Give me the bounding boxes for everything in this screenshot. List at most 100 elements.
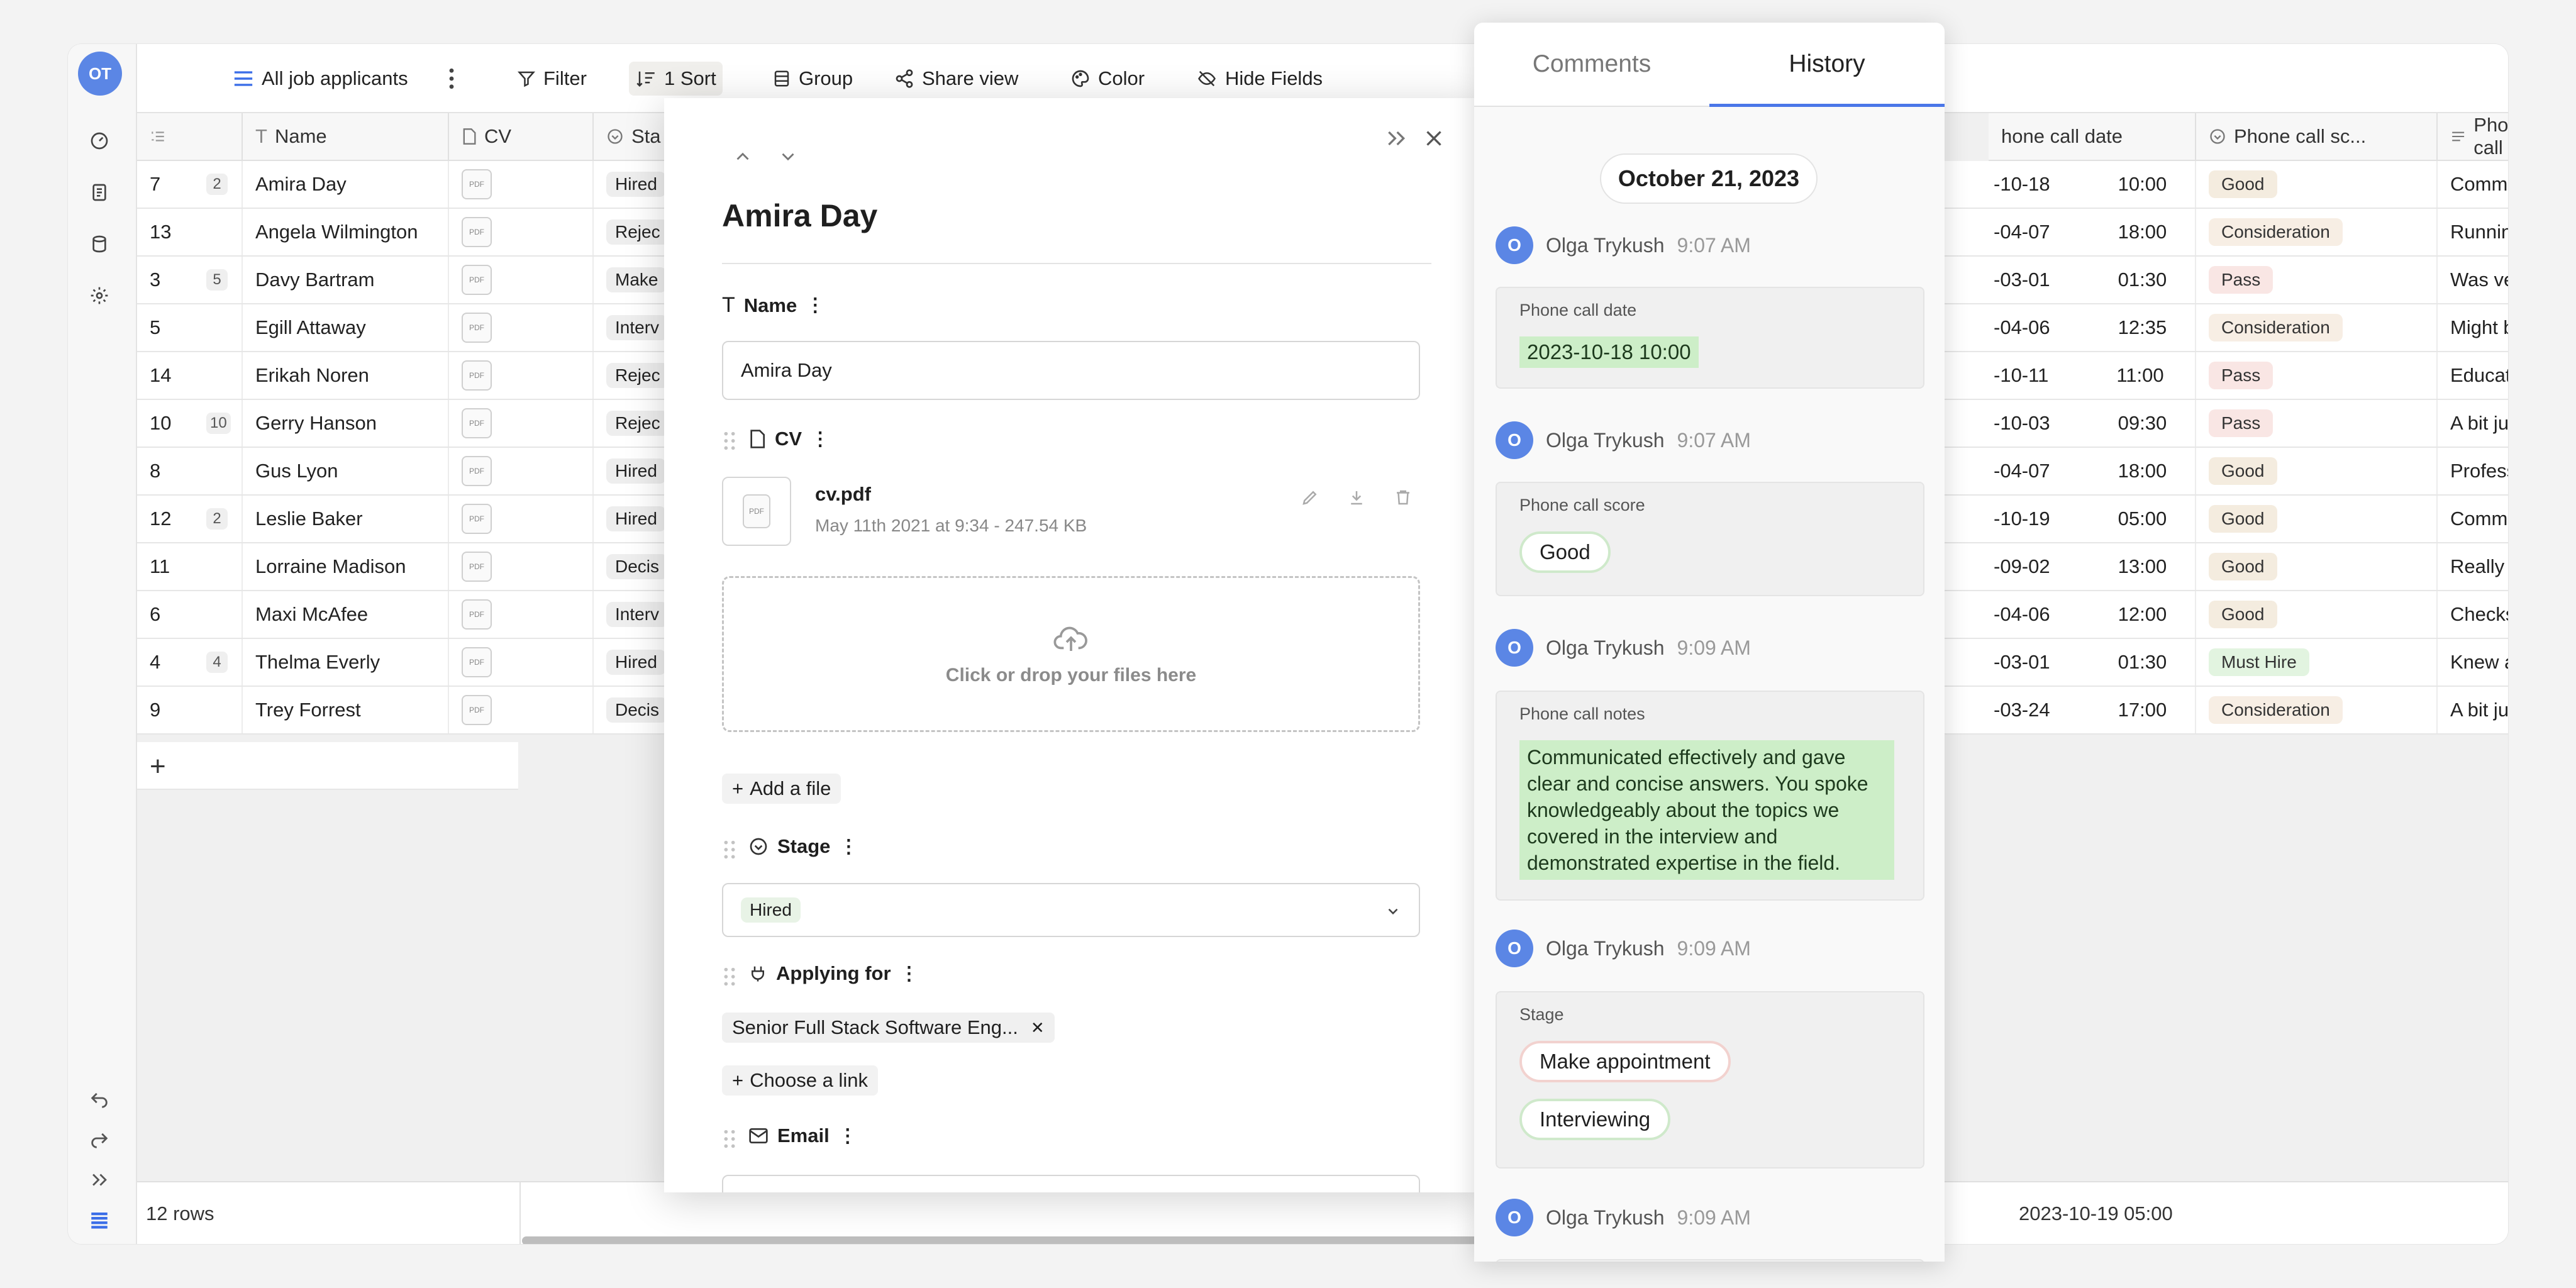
name-cell[interactable]: Erikah Noren	[243, 352, 449, 399]
phone-date-cell[interactable]: -10-03 09:30	[1989, 400, 2196, 447]
cv-cell[interactable]: PDF	[449, 543, 594, 590]
dashboard-icon[interactable]	[87, 128, 112, 153]
name-cell[interactable]: Egill Attaway	[243, 304, 449, 351]
phone-date-cell[interactable]: -03-01 01:30	[1989, 257, 2196, 303]
close-icon[interactable]	[1423, 127, 1445, 153]
phone-date-cell[interactable]: -04-07 18:00	[1989, 448, 2196, 494]
name-cell[interactable]: Leslie Baker	[243, 496, 449, 542]
filter-button[interactable]: Filter	[511, 62, 593, 96]
cv-column-header[interactable]: CV	[449, 113, 594, 161]
add-file-button[interactable]: + Add a file	[722, 774, 841, 804]
pdf-thumbnail[interactable]: PDF	[722, 477, 791, 546]
settings-gear-icon[interactable]	[87, 283, 112, 308]
file-dropzone[interactable]: Click or drop your files here	[722, 576, 1420, 732]
comment-count-badge[interactable]: 2	[206, 174, 228, 195]
field-more-icon[interactable]: ⋮	[838, 1125, 857, 1147]
phone-score-cell[interactable]: Consideration	[2196, 209, 2438, 255]
name-cell[interactable]: Gus Lyon	[243, 448, 449, 494]
edit-file-icon[interactable]	[1301, 488, 1319, 510]
phone-score-cell[interactable]: Must Hire	[2196, 639, 2438, 686]
name-cell[interactable]: Gerry Hanson	[243, 400, 449, 447]
comment-count-badge[interactable]: 5	[206, 269, 228, 291]
phone-score-cell[interactable]: Good	[2196, 591, 2438, 638]
drag-handle-icon[interactable]	[722, 966, 737, 987]
phone-date-cell[interactable]: -10-11 11:00	[1989, 352, 2196, 399]
cv-cell[interactable]: PDF	[449, 304, 594, 351]
add-row-icon[interactable]: +	[150, 751, 166, 782]
cv-cell[interactable]: PDF	[449, 257, 594, 303]
comment-count-badge[interactable]: 4	[206, 652, 228, 673]
field-more-icon[interactable]: ⋮	[839, 836, 858, 858]
phone-score-cell[interactable]: Good	[2196, 496, 2438, 542]
phone-notes-cell[interactable]: Might be a bit	[2438, 304, 2508, 351]
field-more-icon[interactable]: ⋮	[806, 294, 824, 316]
phone-notes-cell[interactable]: A bit junior for	[2438, 400, 2508, 447]
phone-notes-cell[interactable]: A bit junior for	[2438, 687, 2508, 733]
cv-cell[interactable]: PDF	[449, 448, 594, 494]
choose-link-button[interactable]: + Choose a link	[722, 1065, 878, 1096]
phone-notes-cell[interactable]: Really great cu	[2438, 543, 2508, 590]
stage-select[interactable]: Hired	[722, 883, 1420, 937]
comment-count-badge[interactable]: 10	[206, 413, 231, 434]
forms-icon[interactable]	[87, 180, 112, 205]
phone-date-column-header[interactable]: hone call date	[1989, 113, 2196, 161]
horizontal-scrollbar[interactable]	[522, 1236, 1488, 1244]
email-input[interactable]	[722, 1175, 1420, 1192]
phone-notes-cell[interactable]: Running into s	[2438, 209, 2508, 255]
phone-score-cell[interactable]: Consideration	[2196, 304, 2438, 351]
cv-cell[interactable]: PDF	[449, 209, 594, 255]
phone-notes-cell[interactable]: Communicate	[2438, 161, 2508, 208]
cv-cell[interactable]: PDF	[449, 687, 594, 733]
phone-notes-cell[interactable]: Communicate	[2438, 496, 2508, 542]
name-cell[interactable]: Maxi McAfee	[243, 591, 449, 638]
delete-file-icon[interactable]	[1394, 488, 1413, 510]
phone-date-cell[interactable]: -03-24 17:00	[1989, 687, 2196, 733]
phone-notes-cell[interactable]: Educational ba	[2438, 352, 2508, 399]
tab-history[interactable]: History	[1709, 23, 1945, 107]
phone-date-cell[interactable]: -03-01 01:30	[1989, 639, 2196, 686]
drag-handle-icon[interactable]	[722, 839, 737, 860]
phone-notes-cell[interactable]: Was very late	[2438, 257, 2508, 303]
phone-date-cell[interactable]: -04-06 12:00	[1989, 591, 2196, 638]
cv-cell[interactable]: PDF	[449, 161, 594, 208]
view-more-icon[interactable]	[441, 62, 462, 96]
phone-date-cell[interactable]: -04-07 18:00	[1989, 209, 2196, 255]
phone-score-cell[interactable]: Pass	[2196, 257, 2438, 303]
cv-cell[interactable]: PDF	[449, 352, 594, 399]
drag-handle-icon[interactable]	[722, 430, 737, 452]
phone-notes-column-header[interactable]: Phone call	[2438, 113, 2508, 161]
phone-score-cell[interactable]: Pass	[2196, 400, 2438, 447]
remove-link-icon[interactable]: ✕	[1031, 1018, 1045, 1038]
database-icon[interactable]	[87, 231, 112, 257]
cv-cell[interactable]: PDF	[449, 591, 594, 638]
name-input[interactable]: Amira Day	[722, 341, 1420, 400]
phone-notes-cell[interactable]: Professional a	[2438, 448, 2508, 494]
collapse-panel-icon[interactable]	[1384, 126, 1409, 154]
name-column-header[interactable]: T Name	[243, 113, 449, 161]
phone-score-cell[interactable]: Good	[2196, 161, 2438, 208]
phone-notes-cell[interactable]: Checks all the	[2438, 591, 2508, 638]
field-more-icon[interactable]: ⋮	[811, 428, 830, 450]
user-avatar[interactable]: OT	[78, 52, 122, 96]
tab-comments[interactable]: Comments	[1474, 23, 1709, 106]
phone-date-cell[interactable]: -04-06 12:35	[1989, 304, 2196, 351]
undo-icon[interactable]	[87, 1085, 112, 1111]
name-cell[interactable]: Thelma Everly	[243, 639, 449, 686]
redo-icon[interactable]	[87, 1126, 112, 1151]
cv-cell[interactable]: PDF	[449, 496, 594, 542]
phone-score-cell[interactable]: Pass	[2196, 352, 2438, 399]
name-cell[interactable]: Trey Forrest	[243, 687, 449, 733]
phone-score-column-header[interactable]: Phone call sc...	[2196, 113, 2438, 161]
field-more-icon[interactable]: ⋮	[900, 963, 919, 985]
phone-score-cell[interactable]: Good	[2196, 543, 2438, 590]
share-view-button[interactable]: Share view	[888, 62, 1024, 96]
name-cell[interactable]: Lorraine Madison	[243, 543, 449, 590]
cv-cell[interactable]: PDF	[449, 639, 594, 686]
download-icon[interactable]	[1347, 488, 1366, 510]
phone-notes-cell[interactable]: Knew a lot abo	[2438, 639, 2508, 686]
next-record-icon[interactable]	[777, 146, 799, 170]
phone-date-cell[interactable]: -09-02 13:00	[1989, 543, 2196, 590]
name-cell[interactable]: Davy Bartram	[243, 257, 449, 303]
name-cell[interactable]: Amira Day	[243, 161, 449, 208]
color-button[interactable]: Color	[1064, 62, 1151, 96]
